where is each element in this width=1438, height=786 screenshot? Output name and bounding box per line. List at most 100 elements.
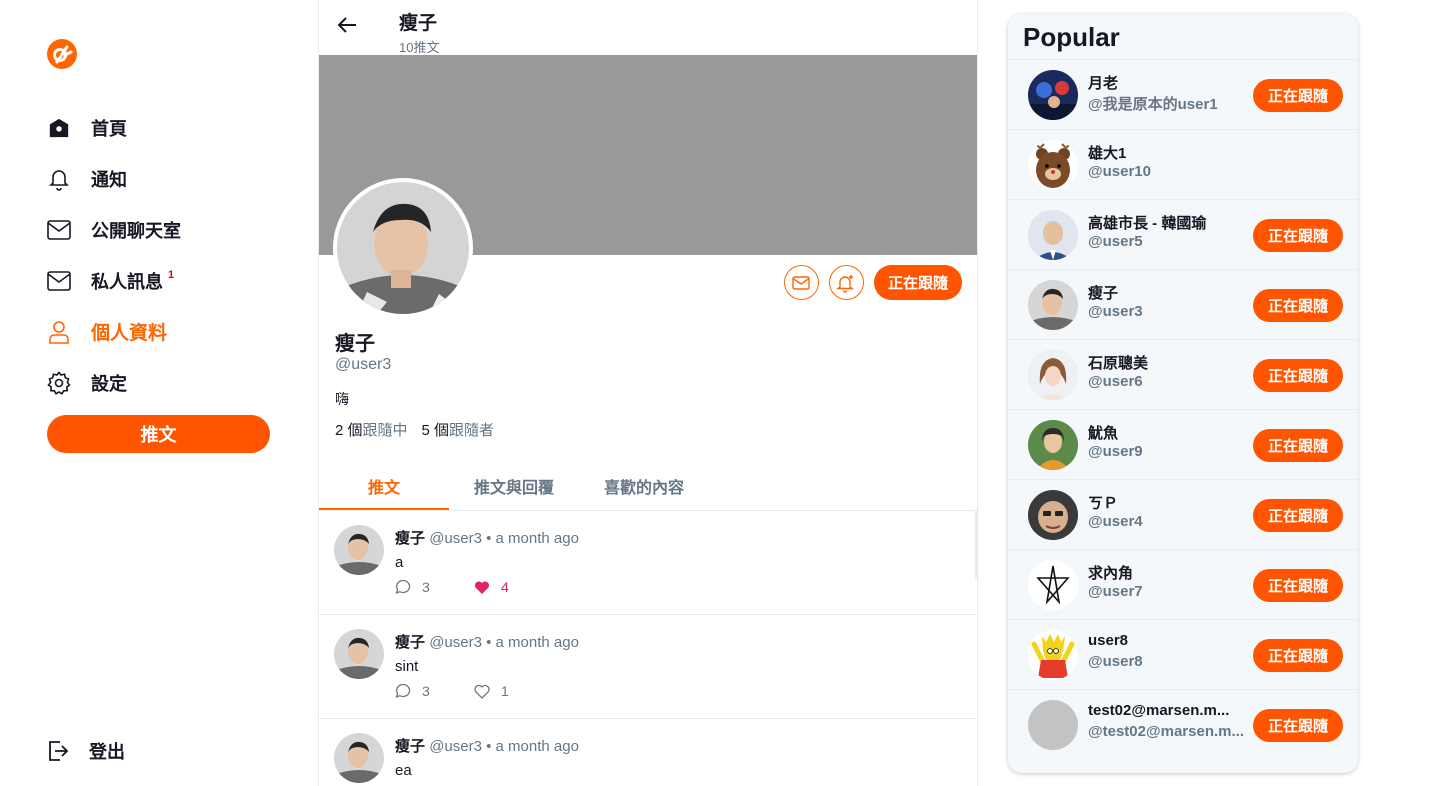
- sidebar-item-label: 個人資料: [91, 323, 168, 344]
- popular-list: 月老 @我是原本的user1 正在跟隨 雄大1 @user10 高雄市長 - 韓…: [1008, 59, 1358, 759]
- list-item: user8 @user8 正在跟隨: [1008, 619, 1358, 689]
- profile-avatar: [333, 178, 473, 318]
- profile-actions: 正在跟隨: [783, 265, 962, 300]
- avatar[interactable]: [1028, 560, 1078, 610]
- sidebar-item-label: 設定: [91, 373, 127, 394]
- tab-likes[interactable]: 喜歡的內容: [579, 463, 709, 510]
- popular-user-name[interactable]: user8: [1088, 632, 1246, 649]
- tweet-meta: 瘦子 @user3 • a month ago: [395, 631, 579, 652]
- sidebar-item-settings[interactable]: 設定: [47, 357, 287, 408]
- popular-user-handle: @user9: [1088, 443, 1143, 460]
- sidebar-item-label: 通知: [91, 169, 127, 190]
- popular-user-name[interactable]: 求內角: [1088, 562, 1246, 583]
- list-item: 高雄市長 - 韓國瑜 @user5 正在跟隨: [1008, 199, 1358, 269]
- logout-button[interactable]: 登出: [47, 738, 125, 764]
- tweet-author-name[interactable]: 瘦子: [395, 530, 425, 547]
- reply-button[interactable]: 3: [395, 579, 474, 595]
- follow-button[interactable]: 正在跟隨: [1253, 569, 1343, 602]
- tweet-item[interactable]: 瘦子 @user3 • a month ago ea: [319, 719, 976, 786]
- tweet-author-name[interactable]: 瘦子: [395, 634, 425, 651]
- popular-user-handle: @test02@marsen.m...: [1088, 723, 1244, 740]
- tweet-time: a month ago: [495, 738, 579, 755]
- popular-user-handle: @user6: [1088, 373, 1143, 390]
- sidebar-item-home[interactable]: 首頁: [47, 102, 287, 153]
- logout-icon: [47, 740, 69, 762]
- follow-button[interactable]: 正在跟隨: [1253, 289, 1343, 322]
- popular-user-name[interactable]: ㄎＰ: [1088, 492, 1246, 513]
- sidebar-item-public-chat[interactable]: 公開聊天室: [47, 204, 287, 255]
- popular-user-name[interactable]: 高雄市長 - 韓國瑜: [1088, 212, 1246, 233]
- tweet-text: a: [395, 554, 404, 571]
- avatar[interactable]: [1028, 490, 1078, 540]
- following-link[interactable]: 跟隨中: [363, 422, 408, 439]
- list-item: 魷魚 @user9 正在跟隨: [1008, 409, 1358, 479]
- avatar[interactable]: [1028, 280, 1078, 330]
- like-button[interactable]: 1: [474, 683, 553, 699]
- back-arrow-icon[interactable]: [336, 14, 358, 36]
- avatar[interactable]: [1028, 210, 1078, 260]
- separator-dot: •: [486, 530, 492, 547]
- sidebar-item-notifications[interactable]: 通知: [47, 153, 287, 204]
- follow-button[interactable]: 正在跟隨: [1253, 499, 1343, 532]
- reply-button[interactable]: 3: [395, 683, 474, 699]
- follow-button[interactable]: 正在跟隨: [1253, 709, 1343, 742]
- reply-count: 3: [422, 579, 430, 595]
- avatar[interactable]: [1028, 700, 1078, 750]
- follow-button[interactable]: 正在跟隨: [1253, 639, 1343, 672]
- follow-button[interactable]: 正在跟隨: [1253, 79, 1343, 112]
- popular-user-name[interactable]: 雄大1: [1088, 142, 1246, 163]
- tweet-time: a month ago: [495, 530, 579, 547]
- tweet-author-name[interactable]: 瘦子: [395, 738, 425, 755]
- avatar[interactable]: [1028, 630, 1078, 680]
- notify-button[interactable]: [828, 265, 864, 300]
- gear-icon: [47, 370, 71, 395]
- profile-handle: @user3: [335, 356, 392, 373]
- avatar[interactable]: [1028, 420, 1078, 470]
- avatar[interactable]: [1028, 70, 1078, 120]
- popular-user-handle: @user7: [1088, 583, 1143, 600]
- popular-user-handle: @user10: [1088, 163, 1151, 180]
- follow-button[interactable]: 正在跟隨: [873, 265, 962, 300]
- tab-tweets[interactable]: 推文: [319, 463, 449, 510]
- tweet-item[interactable]: 瘦子 @user3 • a month ago sint 3 1: [319, 615, 976, 719]
- followers-count: 5 個: [421, 422, 450, 439]
- tab-tweets-replies[interactable]: 推文與回覆: [449, 463, 579, 510]
- tweet-text: ea: [395, 762, 412, 779]
- home-icon: [47, 116, 71, 140]
- list-item: 求內角 @user7 正在跟隨: [1008, 549, 1358, 619]
- follow-button[interactable]: 正在跟隨: [1253, 219, 1343, 252]
- tweet-actions: 3 4: [395, 579, 553, 595]
- avatar[interactable]: [334, 733, 384, 783]
- tweet-meta: 瘦子 @user3 • a month ago: [395, 735, 579, 756]
- profile-tabs: 推文 推文與回覆 喜歡的內容: [319, 463, 977, 511]
- scrollbar[interactable]: [975, 511, 977, 579]
- avatar[interactable]: [334, 525, 384, 575]
- bell-icon: [47, 167, 71, 191]
- sidebar-item-profile[interactable]: 個人資料: [47, 306, 287, 357]
- heart-icon: [474, 684, 490, 699]
- logo-icon[interactable]: [46, 38, 78, 70]
- popular-user-name[interactable]: 月老: [1088, 72, 1246, 93]
- popular-user-name[interactable]: test02@marsen.m...: [1088, 702, 1246, 719]
- list-item: ㄎＰ @user4 正在跟隨: [1008, 479, 1358, 549]
- tweet-time: a month ago: [495, 634, 579, 651]
- sidebar-item-messages[interactable]: 私人訊息 1: [47, 255, 287, 306]
- avatar[interactable]: [334, 629, 384, 679]
- followers-link[interactable]: 跟隨者: [449, 422, 494, 439]
- popular-user-name[interactable]: 瘦子: [1088, 282, 1246, 303]
- follow-button[interactable]: 正在跟隨: [1253, 359, 1343, 392]
- avatar[interactable]: [1028, 140, 1078, 190]
- tweet-item[interactable]: 瘦子 @user3 • a month ago a 3 4: [319, 511, 976, 615]
- comment-icon: [395, 683, 411, 699]
- followers-stat: 5 個跟隨者: [422, 419, 495, 440]
- popular-user-name[interactable]: 石原聰美: [1088, 352, 1246, 373]
- heart-filled-icon: [474, 580, 490, 595]
- tweet-button[interactable]: 推文: [47, 415, 270, 453]
- popular-user-name[interactable]: 魷魚: [1088, 422, 1246, 443]
- message-button[interactable]: [783, 265, 819, 300]
- list-item: 月老 @我是原本的user1 正在跟隨: [1008, 59, 1358, 129]
- like-button[interactable]: 4: [474, 579, 553, 595]
- comment-icon: [395, 579, 411, 595]
- follow-button[interactable]: 正在跟隨: [1253, 429, 1343, 462]
- avatar[interactable]: [1028, 350, 1078, 400]
